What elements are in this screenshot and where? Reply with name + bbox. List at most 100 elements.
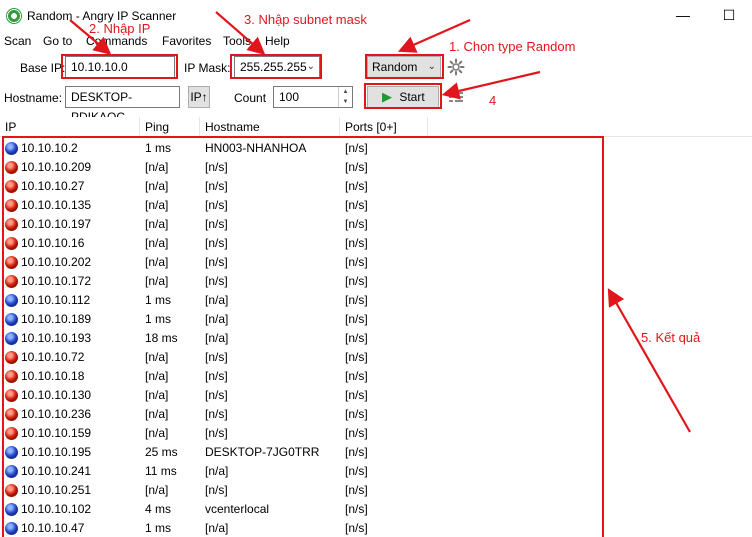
cell-ping: [n/a]	[145, 483, 169, 497]
cell-ports: [n/s]	[345, 141, 368, 155]
cell-ports: [n/s]	[345, 331, 368, 345]
cell-ports: [n/s]	[345, 445, 368, 459]
count-spinner[interactable]: ▲ ▼	[338, 87, 352, 107]
table-row[interactable]: 10.10.10.27 [n/a] [n/s] [n/s]	[0, 177, 752, 196]
cell-ip: 10.10.10.112	[21, 293, 91, 307]
cell-hostname: [n/s]	[205, 198, 228, 212]
cell-ports: [n/s]	[345, 179, 368, 193]
table-row[interactable]: 10.10.10.159 [n/a] [n/s] [n/s]	[0, 424, 752, 443]
cell-ping: 1 ms	[145, 141, 172, 155]
table-row[interactable]: 10.10.10.209 [n/a] [n/s] [n/s]	[0, 158, 752, 177]
table-row[interactable]: 10.10.10.195 25 ms DESKTOP-7JG0TRR [n/s]	[0, 443, 752, 462]
count-label: Count	[234, 91, 267, 105]
annotation-step1: 1. Chọn type Random	[449, 39, 576, 54]
table-row[interactable]: 10.10.10.130 [n/a] [n/s] [n/s]	[0, 386, 752, 405]
base-ip-input[interactable]: 10.10.10.0	[65, 56, 175, 78]
column-ping[interactable]: Ping	[140, 117, 200, 137]
column-ip[interactable]: IP	[0, 117, 140, 137]
base-ip-label: Base IP:	[20, 61, 66, 75]
host-dead-icon	[5, 484, 18, 497]
cell-ports: [n/s]	[345, 502, 368, 516]
feeder-type-select[interactable]: Random ⌄	[367, 56, 441, 78]
cell-hostname: [n/s]	[205, 350, 228, 364]
minimize-button[interactable]: —	[660, 0, 706, 30]
cell-ip: 10.10.10.209	[21, 160, 92, 174]
cell-ports: [n/s]	[345, 160, 368, 174]
count-stepper[interactable]: 100 ▲ ▼	[273, 86, 353, 108]
host-alive-icon	[5, 294, 18, 307]
table-row[interactable]: 10.10.10.16 [n/a] [n/s] [n/s]	[0, 234, 752, 253]
table-row[interactable]: 10.10.10.189 1 ms [n/a] [n/s]	[0, 310, 752, 329]
table-row[interactable]: 10.10.10.2 1 ms HN003-NHANHOA [n/s]	[0, 139, 752, 158]
maximize-button[interactable]: ☐	[706, 0, 752, 30]
list-icon[interactable]	[448, 90, 464, 104]
cell-ports: [n/s]	[345, 312, 368, 326]
cell-ip: 10.10.10.159	[21, 426, 92, 440]
table-row[interactable]: 10.10.10.236 [n/a] [n/s] [n/s]	[0, 405, 752, 424]
cell-hostname: DESKTOP-7JG0TRR	[205, 445, 320, 459]
cell-ping: [n/a]	[145, 236, 169, 250]
cell-ports: [n/s]	[345, 255, 368, 269]
menu-favorites[interactable]: Favorites	[162, 34, 211, 48]
host-dead-icon	[5, 427, 18, 440]
host-alive-icon	[5, 446, 18, 459]
menu-scan[interactable]: Scan	[4, 34, 31, 48]
cell-ip: 10.10.10.189	[21, 312, 92, 326]
table-header: IP Ping Hostname Ports [0+]	[0, 117, 752, 137]
cell-ip: 10.10.10.130	[21, 388, 92, 402]
cell-hostname: [n/s]	[205, 179, 228, 193]
cell-ping: [n/a]	[145, 388, 169, 402]
column-hostname[interactable]: Hostname	[200, 117, 340, 137]
spin-down-icon[interactable]: ▼	[339, 97, 352, 107]
cell-ip: 10.10.10.195	[21, 445, 92, 459]
cell-hostname: [n/s]	[205, 217, 228, 231]
spin-up-icon[interactable]: ▲	[339, 87, 352, 97]
ip-mask-select[interactable]: 255.255.255 ⌄	[234, 56, 320, 78]
menu-goto[interactable]: Go to	[43, 34, 72, 48]
table-row[interactable]: 10.10.10.72 [n/a] [n/s] [n/s]	[0, 348, 752, 367]
app-logo-icon	[6, 8, 22, 24]
results-table: IP Ping Hostname Ports [0+] 10.10.10.2 1 …	[0, 117, 752, 537]
table-row[interactable]: 10.10.10.241 11 ms [n/a] [n/s]	[0, 462, 752, 481]
gear-icon[interactable]	[447, 58, 465, 76]
table-row[interactable]: 10.10.10.193 18 ms [n/a] [n/s]	[0, 329, 752, 348]
cell-ports: [n/s]	[345, 521, 368, 535]
feeder-type-value: Random	[372, 60, 418, 74]
cell-hostname: [n/s]	[205, 160, 228, 174]
menu-help[interactable]: Help	[265, 34, 290, 48]
table-row[interactable]: 10.10.10.172 [n/a] [n/s] [n/s]	[0, 272, 752, 291]
hostname-label: Hostname:	[4, 91, 63, 105]
table-row[interactable]: 10.10.10.102 4 ms vcenterlocal [n/s]	[0, 500, 752, 519]
cell-ip: 10.10.10.193	[21, 331, 92, 345]
table-row[interactable]: 10.10.10.251 [n/a] [n/s] [n/s]	[0, 481, 752, 500]
menu-commands[interactable]: Commands	[86, 34, 147, 48]
host-dead-icon	[5, 218, 18, 231]
table-row[interactable]: 10.10.10.202 [n/a] [n/s] [n/s]	[0, 253, 752, 272]
cell-ip: 10.10.10.197	[21, 217, 92, 231]
host-alive-icon	[5, 313, 18, 326]
cell-ping: 25 ms	[145, 445, 178, 459]
cell-ip: 10.10.10.241	[21, 464, 92, 478]
cell-hostname: [n/s]	[205, 388, 228, 402]
table-row[interactable]: 10.10.10.47 1 ms [n/a] [n/s]	[0, 519, 752, 537]
table-row[interactable]: 10.10.10.18 [n/a] [n/s] [n/s]	[0, 367, 752, 386]
menu-tools[interactable]: Tools	[223, 34, 251, 48]
ip-up-button[interactable]: IP↑	[188, 86, 210, 108]
host-dead-icon	[5, 275, 18, 288]
host-dead-icon	[5, 161, 18, 174]
table-row[interactable]: 10.10.10.135 [n/a] [n/s] [n/s]	[0, 196, 752, 215]
cell-ip: 10.10.10.27	[21, 179, 85, 193]
table-row[interactable]: 10.10.10.112 1 ms [n/a] [n/s]	[0, 291, 752, 310]
hostname-input[interactable]: DESKTOP-PDIKAQC	[65, 86, 180, 124]
cell-ping: 4 ms	[145, 502, 172, 516]
host-dead-icon	[5, 180, 18, 193]
column-ports[interactable]: Ports [0+]	[340, 117, 428, 137]
start-button[interactable]: ▶ Start	[367, 86, 439, 108]
table-row[interactable]: 10.10.10.197 [n/a] [n/s] [n/s]	[0, 215, 752, 234]
chevron-down-icon: ⌄	[427, 61, 436, 72]
cell-hostname: [n/s]	[205, 369, 228, 383]
cell-ping: [n/a]	[145, 369, 169, 383]
cell-ping: 18 ms	[145, 331, 178, 345]
cell-ping: [n/a]	[145, 198, 169, 212]
host-alive-icon	[5, 522, 18, 535]
